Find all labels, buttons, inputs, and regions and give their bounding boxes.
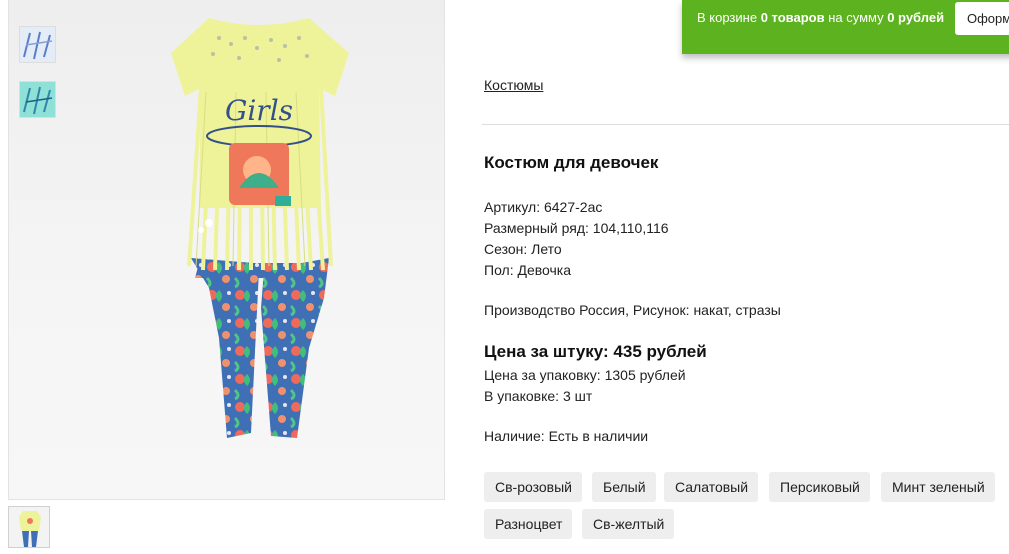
gallery-thumbnail-2[interactable] [19,81,56,118]
property-article: Артикул: 6427-2ас [484,199,603,215]
product-photo[interactable]: Girls [149,8,369,448]
price-per-pack: Цена за упаковку: 1305 рублей [484,367,686,383]
property-season: Сезон: Лето [484,241,562,257]
cart-bar: В корзине 0 товаров на сумму 0 рублей Оф… [682,0,1009,54]
cart-prefix: В корзине [697,10,761,25]
product-title: Костюм для девочек [484,153,659,172]
property-gender: Пол: Девочка [484,262,572,278]
color-option-light-yellow[interactable]: Св-желтый [582,509,675,539]
color-option-multicolor[interactable]: Разноцвет [484,509,573,539]
breadcrumb[interactable]: Костюмы [484,77,543,93]
product-page: Girls В корзине 0 товаров на сумму 0 руб… [0,0,1009,554]
thumbnail-image [20,82,55,117]
shirt-print-text: Girls [225,94,293,127]
color-option-light-pink[interactable]: Св-розовый [484,472,582,502]
color-option-lime[interactable]: Салатовый [664,472,759,502]
product-origin: Производство Россия, Рисунок: накат, стр… [484,302,781,318]
product-properties: Артикул: 6427-2ас Размерный ряд: 104,110… [484,197,669,281]
cart-sum: 0 рублей [887,10,945,25]
gallery-thumbnail-main[interactable] [8,506,50,548]
color-option-peach[interactable]: Персиковый [769,472,870,502]
pack-info: Цена за упаковку: 1305 рублей В упаковке… [484,365,686,407]
cart-middle: на сумму [824,10,888,25]
property-sizes: Размерный ряд: 104,110,116 [484,220,669,236]
product-gallery: Girls [8,0,445,500]
checkout-button[interactable]: Оформить [955,2,1009,35]
gallery-thumbnail-1[interactable] [19,26,56,63]
thumbnail-image [9,507,49,547]
divider [482,124,1009,125]
cart-summary: В корзине 0 товаров на сумму 0 рублей [697,10,944,25]
pack-count: В упаковке: 3 шт [484,388,593,404]
price-per-piece: Цена за штуку: 435 рублей [484,342,707,361]
thumbnail-image [20,27,55,62]
stock-status: Наличие: Есть в наличии [484,428,649,444]
color-option-white[interactable]: Белый [592,472,656,502]
color-option-mint-green[interactable]: Минт зеленый [881,472,995,502]
cart-count: 0 товаров [760,10,825,25]
